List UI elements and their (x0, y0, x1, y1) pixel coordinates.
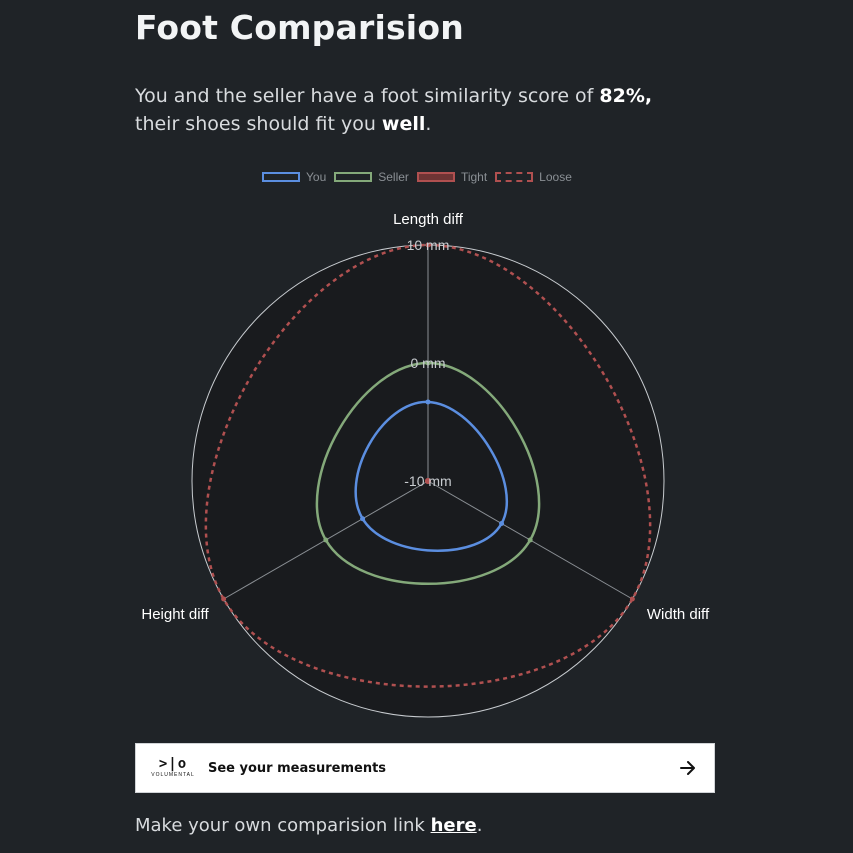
see-measurements-label: See your measurements (208, 760, 387, 776)
point-seller-2 (323, 537, 329, 543)
arrow-right-icon (680, 761, 695, 775)
tick-label: 10 mm (407, 237, 450, 253)
point-seller-1 (527, 537, 533, 543)
see-measurements-button[interactable]: >|o VOLUMENTAL See your measurements (135, 743, 715, 793)
tick-label: -10 mm (404, 473, 451, 489)
logo-wordmark: VOLUMENTAL (151, 772, 195, 778)
radar-chart: -10 mm 0 mm 10 mm Length diff Width diff Heig… (141, 211, 710, 718)
footer-suffix: . (476, 815, 483, 836)
tick-label: 0 mm (411, 355, 446, 371)
axis-label: Height diff (141, 606, 209, 623)
comparison-link[interactable]: here (431, 815, 477, 836)
footer-prefix: Make your own comparision link (135, 815, 431, 836)
footer-text: Make your own comparision link here. (135, 815, 482, 836)
point-you-1 (499, 520, 505, 526)
logo-mark: >|o (158, 756, 188, 772)
axis-label: Length diff (393, 211, 464, 228)
point-you-0 (425, 399, 431, 405)
point-loose-2 (221, 596, 227, 602)
volumental-logo: >|o VOLUMENTAL (151, 756, 195, 779)
axis-label: Width diff (647, 606, 710, 623)
point-loose-1 (629, 596, 635, 602)
point-you-2 (360, 516, 366, 522)
